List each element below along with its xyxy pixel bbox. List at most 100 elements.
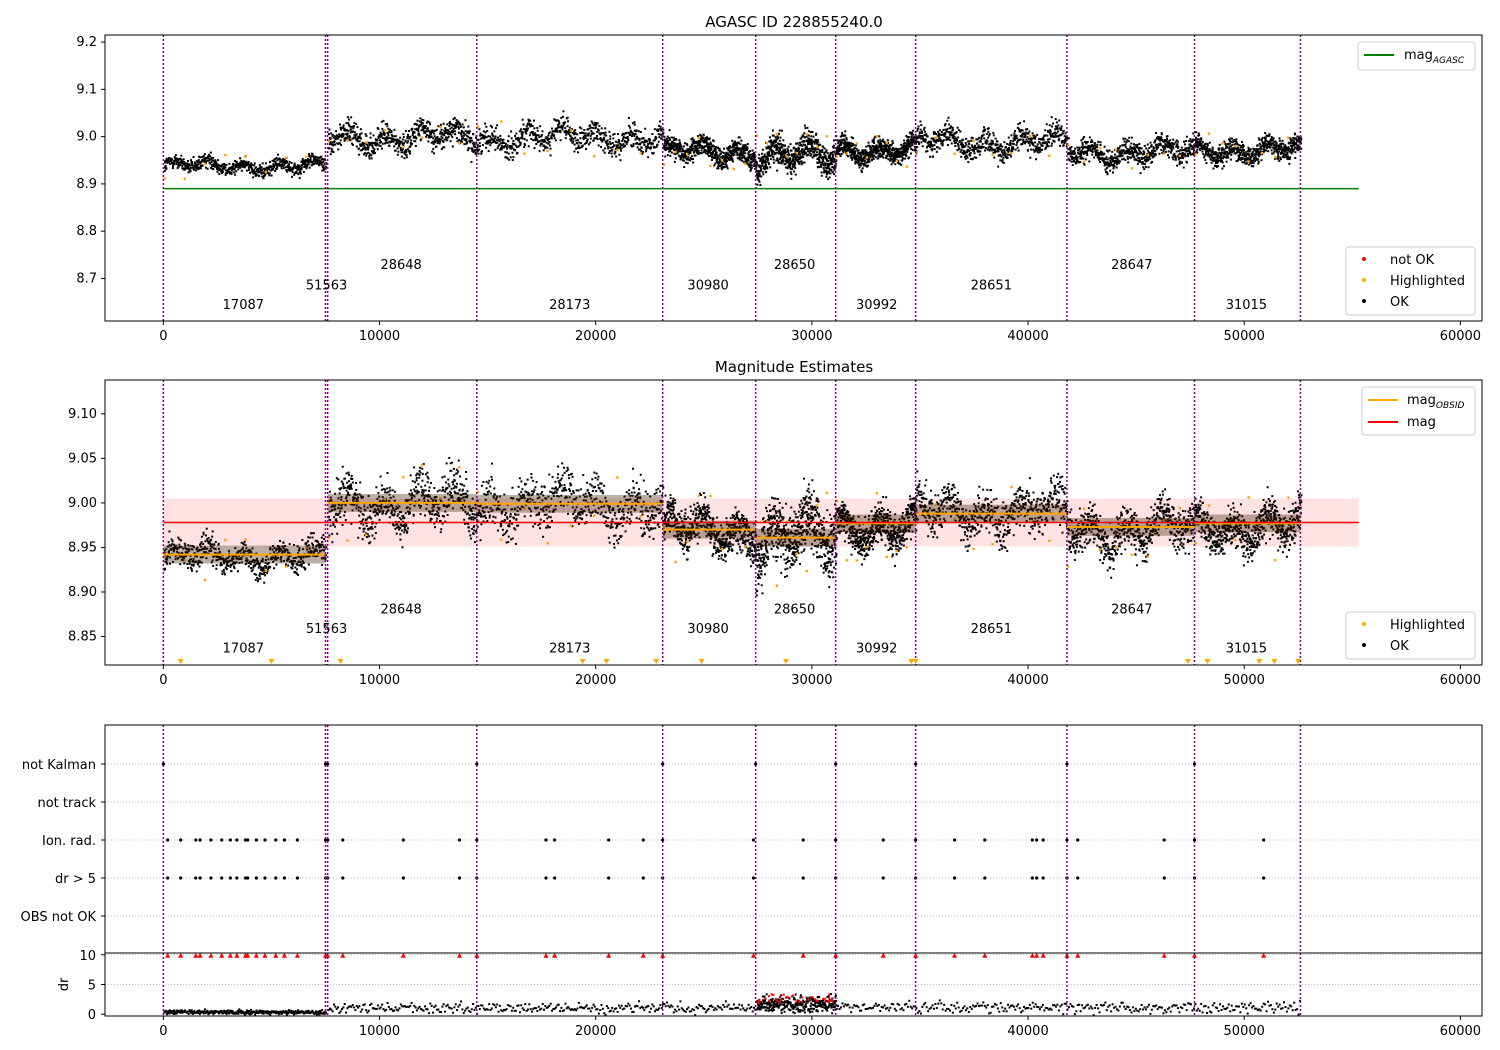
- p1-ok-point: [831, 171, 834, 174]
- p1-ok-point: [1130, 149, 1133, 152]
- p1-ok-point: [407, 140, 410, 143]
- p1-ok-point: [982, 126, 985, 129]
- p1-ok-point: [1105, 156, 1108, 159]
- p1-ok-point: [944, 133, 947, 136]
- p1-ok-point: [749, 150, 752, 153]
- p1-ok-point: [1150, 144, 1153, 147]
- p1-ok-point: [442, 140, 445, 143]
- p1-ok-point: [578, 147, 581, 150]
- p1-ok-point: [1031, 132, 1034, 135]
- p1-ok-point: [620, 147, 623, 150]
- p1-ok-point: [920, 137, 923, 140]
- p1-ok-point: [468, 130, 471, 133]
- p1-ok-point: [686, 144, 689, 147]
- p1-ok-point: [1025, 138, 1028, 141]
- p1-ok-point: [619, 149, 622, 152]
- p1-ok-point: [1028, 130, 1031, 133]
- p1-ok-point: [457, 125, 460, 128]
- p1-ok-point: [646, 140, 649, 143]
- p1-ok-point: [777, 136, 780, 139]
- p1-ok-point: [668, 129, 671, 132]
- p1-ok-point: [932, 137, 935, 140]
- p1-ok-point: [971, 157, 974, 160]
- p1-ok-point: [393, 128, 396, 131]
- p1-ok-point: [753, 152, 756, 155]
- p1-ok-point: [380, 147, 383, 150]
- p1-ok-point: [538, 136, 541, 139]
- p1-ok-point: [279, 158, 282, 161]
- p1-ok-point: [796, 156, 799, 159]
- p1-ok-point: [946, 127, 949, 130]
- p1-ok-point: [347, 122, 350, 125]
- p1-ok-point: [230, 172, 233, 175]
- p1-ok-point: [852, 143, 855, 146]
- p1-ok-point: [1056, 127, 1059, 130]
- p1-ok-point: [666, 137, 669, 140]
- p1-ok-point: [576, 151, 579, 154]
- p1-ok-point: [531, 130, 534, 133]
- p1-ok-point: [715, 151, 718, 154]
- p1-ok-point: [610, 152, 613, 155]
- p1-ok-point: [802, 156, 805, 159]
- p1-ok-point: [356, 140, 359, 143]
- p1-ok-point: [174, 154, 177, 157]
- p1-ok-point: [1108, 164, 1111, 167]
- p1-ok-point: [460, 132, 463, 135]
- p1-ok-point: [651, 142, 654, 145]
- p1-ok-point: [659, 125, 662, 128]
- p1-ok-point: [567, 120, 570, 123]
- p1-ok-point: [622, 143, 625, 146]
- p1-ok-point: [604, 147, 607, 150]
- p1-ok-point: [1059, 129, 1062, 132]
- p1-ok-point: [562, 110, 565, 113]
- p1-ok-point: [871, 145, 874, 148]
- p1-ok-point: [1138, 142, 1141, 145]
- p1-ok-point: [1062, 130, 1065, 133]
- p1-ok-point: [311, 153, 314, 156]
- p1-ok-point: [790, 173, 793, 176]
- p1-ok-point: [1106, 158, 1109, 161]
- p1-ok-point: [414, 145, 417, 148]
- p1-ok-point: [446, 123, 449, 126]
- p1-ok-point: [704, 136, 707, 139]
- p1-ok-point: [405, 156, 408, 159]
- p1-ok-point: [812, 135, 815, 138]
- p1-ok-point: [1069, 147, 1072, 150]
- p1-ok-point: [337, 148, 340, 151]
- p1-ok-point: [1118, 147, 1121, 150]
- p1-ok-point: [937, 130, 940, 133]
- p1-ok-point: [1169, 139, 1172, 142]
- p1-ok-point: [948, 131, 951, 134]
- p1-ok-point: [700, 152, 703, 155]
- p1-ok-point: [1103, 145, 1106, 148]
- p1-ok-point: [329, 153, 332, 156]
- p1-ok-point: [584, 137, 587, 140]
- p1-ok-point: [347, 129, 350, 132]
- p1-ok-point: [635, 129, 638, 132]
- p1-ok-point: [1045, 123, 1048, 126]
- p1-ok-point: [1086, 140, 1089, 143]
- p1-ok-point: [1086, 153, 1089, 156]
- p1-ok-point: [329, 137, 332, 140]
- p1-ok-point: [627, 139, 630, 142]
- p1-ok-point: [1021, 129, 1024, 132]
- p1-ok-point: [608, 130, 611, 133]
- p1-ok-point: [694, 154, 697, 157]
- p1-ok-point: [743, 155, 746, 158]
- p1-ok-point: [982, 146, 985, 149]
- p1-ok-point: [992, 134, 995, 137]
- p1-ok-point: [221, 169, 224, 172]
- p1-ok-point: [307, 163, 310, 166]
- p1-ok-point: [187, 171, 190, 174]
- p1-ok-point: [1099, 161, 1102, 164]
- p1-ok-point: [868, 157, 871, 160]
- p1-ok-point: [832, 144, 835, 147]
- p1-ok-point: [572, 140, 575, 143]
- p1-ok-point: [243, 160, 246, 163]
- p1-ok-point: [559, 139, 562, 142]
- p1-ok-point: [496, 124, 499, 127]
- p1-ok-point: [1076, 156, 1079, 159]
- p1-ok-point: [580, 127, 583, 130]
- p1-ok-point: [1014, 148, 1017, 151]
- p1-ok-point: [769, 136, 772, 139]
